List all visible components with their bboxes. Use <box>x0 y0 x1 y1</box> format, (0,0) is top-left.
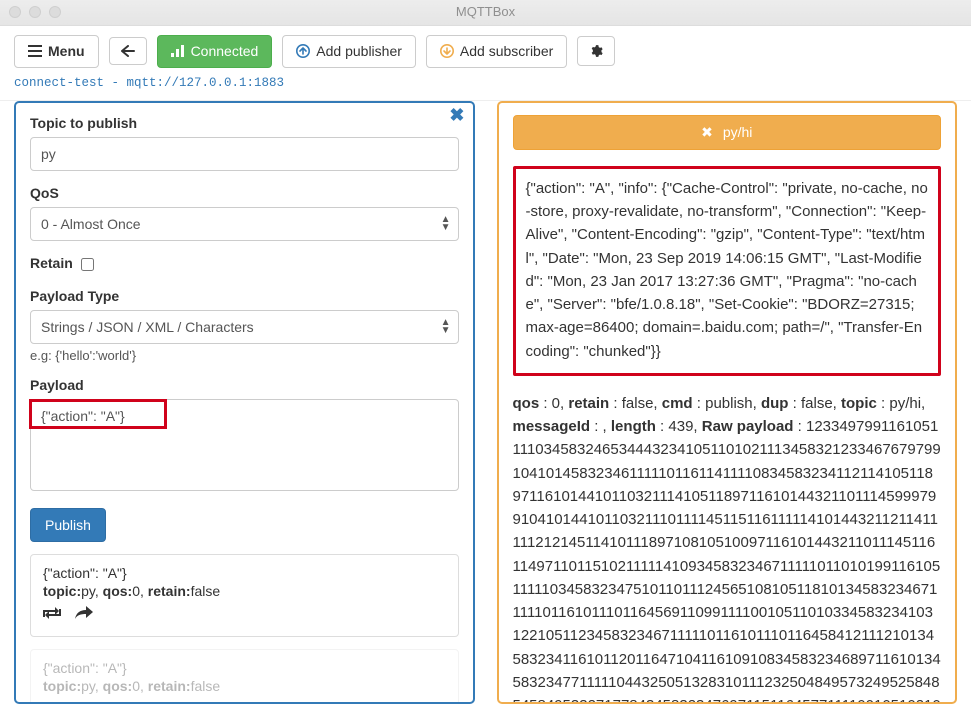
qos-label: QoS <box>30 185 459 201</box>
titlebar: MQTTBox <box>0 0 971 26</box>
payload-type-label: Payload Type <box>30 288 459 304</box>
subscriber-topic: py/hi <box>723 124 753 140</box>
payload-type-select[interactable]: Strings / JSON / XML / Characters <box>30 310 459 344</box>
payload-label: Payload <box>30 377 459 393</box>
window-title: MQTTBox <box>0 4 971 19</box>
subscriber-header[interactable]: ✖ py/hi <box>513 115 942 150</box>
subscriber-panel: ✖ py/hi {"action": "A", "info": {"Cache-… <box>497 101 958 713</box>
toolbar: Menu Connected Add publisher Add subscri… <box>0 26 971 68</box>
settings-button[interactable] <box>577 36 615 66</box>
add-publisher-label: Add publisher <box>316 43 402 60</box>
download-icon <box>440 44 454 58</box>
menu-label: Menu <box>48 43 85 60</box>
gear-icon <box>589 44 603 58</box>
received-meta: qos : 0, retain : false, cmd : publish, … <box>513 392 942 704</box>
payload-input[interactable]: {"action": "A"} <box>30 399 459 491</box>
history-meta: topic:py, qos:0, retain:false <box>43 678 446 694</box>
breadcrumb: connect-test - mqtt://127.0.0.1:1883 <box>0 68 971 101</box>
publish-history-item: {"action": "A"} topic:py, qos:0, retain:… <box>30 554 459 637</box>
close-icon[interactable]: ✖ <box>701 124 713 141</box>
upload-icon <box>296 44 310 58</box>
menu-button[interactable]: Menu <box>14 35 99 68</box>
close-panel-button[interactable]: ✖ <box>449 105 464 126</box>
signal-icon <box>171 45 185 57</box>
qos-select[interactable]: 0 - Almost Once <box>30 207 459 241</box>
add-subscriber-label: Add subscriber <box>460 43 553 60</box>
add-subscriber-button[interactable]: Add subscriber <box>426 35 567 68</box>
topic-input[interactable] <box>30 137 459 171</box>
retain-label: Retain <box>30 255 73 271</box>
connected-label: Connected <box>191 43 259 60</box>
history-meta: topic:py, qos:0, retain:false <box>43 583 446 599</box>
topic-label: Topic to publish <box>30 115 459 131</box>
republish-icon[interactable] <box>43 605 61 624</box>
publish-history-item: {"action": "A"} topic:py, qos:0, retain:… <box>30 649 459 704</box>
connection-status-button[interactable]: Connected <box>157 35 273 68</box>
retain-checkbox[interactable] <box>81 258 94 271</box>
workspace: ✖ Topic to publish QoS 0 - Almost Once ▲… <box>0 101 971 713</box>
publisher-panel: ✖ Topic to publish QoS 0 - Almost Once ▲… <box>14 101 475 713</box>
publish-button[interactable]: Publish <box>30 508 106 542</box>
history-payload: {"action": "A"} <box>43 660 446 676</box>
back-button[interactable] <box>109 37 147 65</box>
received-payload: {"action": "A", "info": {"Cache-Control"… <box>513 166 942 376</box>
hamburger-icon <box>28 45 42 57</box>
payload-type-hint: e.g: {'hello':'world'} <box>30 348 459 363</box>
history-payload: {"action": "A"} <box>43 565 446 581</box>
add-publisher-button[interactable]: Add publisher <box>282 35 416 68</box>
arrow-left-icon <box>121 45 135 57</box>
share-icon[interactable] <box>75 605 93 624</box>
